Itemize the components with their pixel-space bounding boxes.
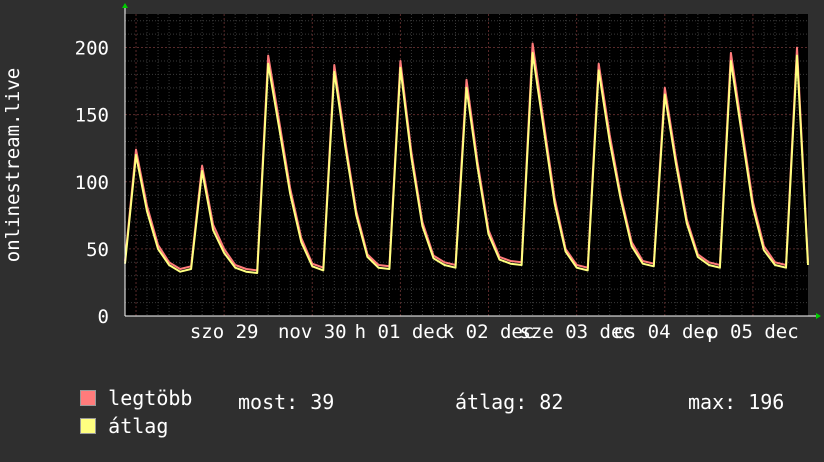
stat-current: most: 39 <box>238 390 335 414</box>
y-tick-label: 200 <box>75 38 109 60</box>
x-axis-arrow <box>816 313 821 319</box>
y-axis-label: onlinestream.live <box>2 68 24 262</box>
y-tick-label: 0 <box>98 306 109 328</box>
y-tick-label: 50 <box>86 239 109 261</box>
x-tick-label: szo 29 <box>190 321 259 343</box>
x-tick-labels: szo 29 nov 30 h 01 deck 02 decsze 03 deccs… <box>190 321 799 343</box>
y-tick-label: 100 <box>75 172 109 194</box>
y-axis-arrow <box>122 3 128 8</box>
line-chart: 050100150200 szo 29 nov 30 h 01 deck 02 de… <box>2 3 821 343</box>
y-tick-label: 150 <box>75 105 109 127</box>
x-tick-label: cs 04 dec <box>613 321 716 343</box>
x-tick-label: nov 30 <box>278 321 347 343</box>
legend-swatch-atlag <box>80 417 97 434</box>
legend-label-atlag: átlag <box>108 414 169 438</box>
stat-max: max: 196 <box>688 390 785 414</box>
x-tick-label: p 05 dec <box>707 321 799 343</box>
stat-average: átlag: 82 <box>455 390 564 414</box>
legend-item-atlag: átlag <box>32 390 168 462</box>
x-tick-label: h 01 dec <box>355 321 447 343</box>
chart-window: 0 50 100 150 200 szo 29 nov 30 h 01 dec k 02 de… <box>0 0 824 438</box>
y-tick-labels: 0 50 100 150 200 <box>75 38 109 328</box>
